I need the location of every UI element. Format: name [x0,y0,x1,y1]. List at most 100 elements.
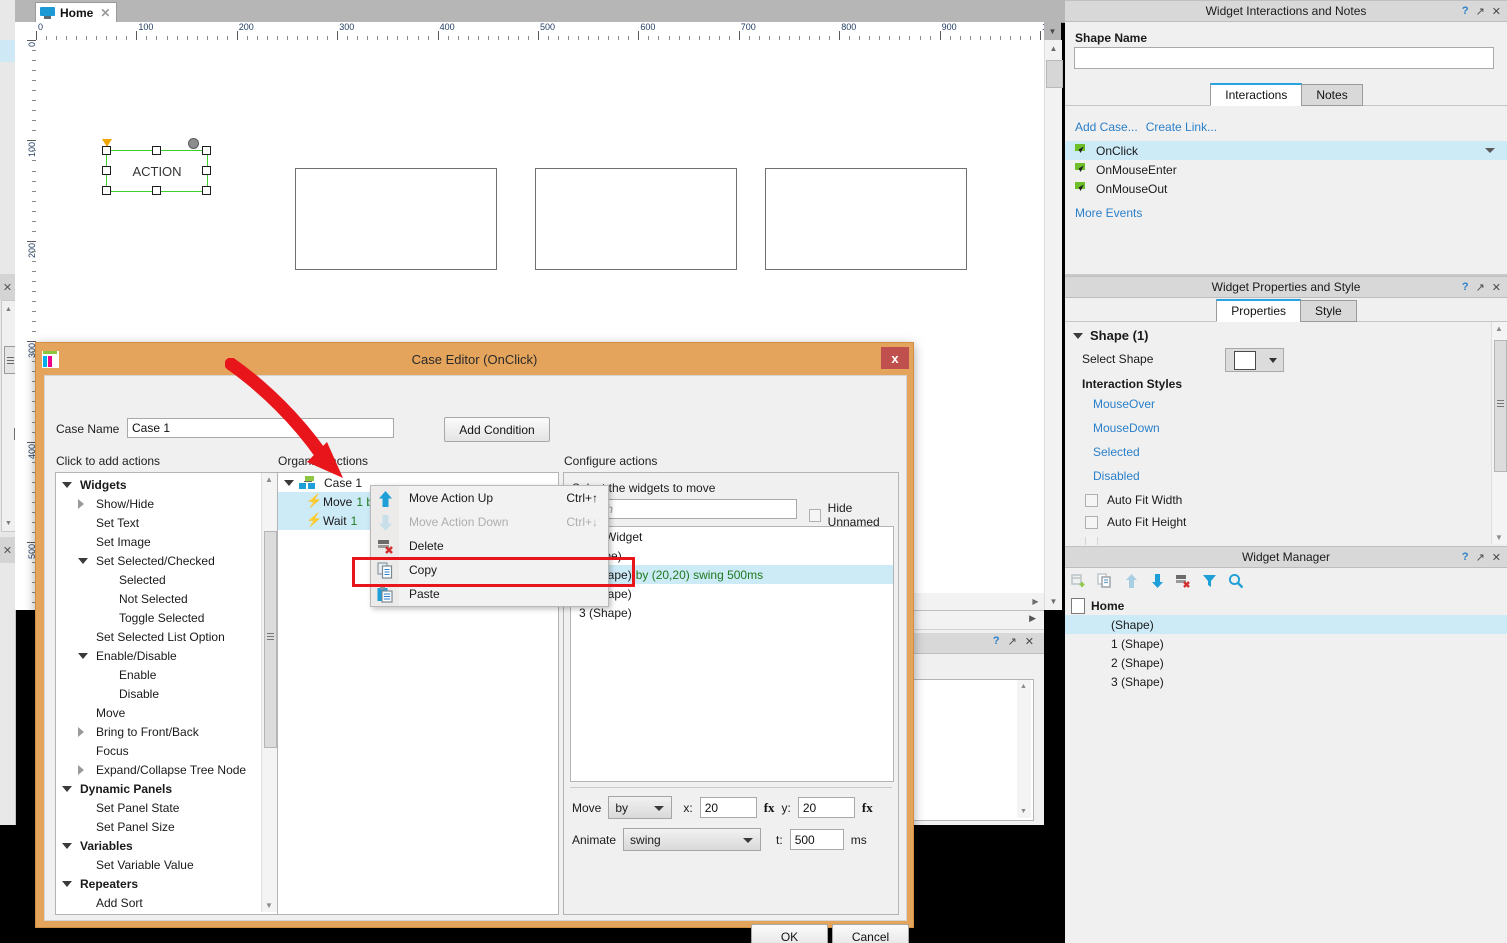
popout-icon[interactable]: ↗ [1476,5,1485,18]
disabled-row-clipped[interactable] [1085,537,1098,545]
action-tree-row[interactable]: Set Selected/Checked [56,551,261,570]
tab-style[interactable]: Style [1300,300,1357,322]
scroll-right-icon[interactable]: ▶ [1027,593,1044,610]
close-icon[interactable]: ✕ [1492,281,1501,294]
auto-fit-height-checkbox[interactable] [1085,515,1098,529]
duplicate-icon[interactable] [1095,570,1116,591]
action-context-menu[interactable]: Move Action Up Ctrl+↑ Move Action Down C… [370,485,609,607]
resize-handle-se[interactable] [202,186,211,195]
case-name-input[interactable]: Case 1 [127,418,394,438]
triangle-right-icon[interactable] [78,726,84,737]
shape-rect-2[interactable] [535,168,737,270]
shape-swatch-button[interactable] [1225,348,1265,372]
resize-handle-e[interactable] [202,166,211,175]
close-icon[interactable]: ✕ [100,6,110,20]
more-events-link[interactable]: More Events [1075,206,1142,220]
create-link-link[interactable]: Create Link... [1146,120,1217,134]
resize-handle-nw[interactable] [102,146,111,155]
actions-tree-listbox[interactable]: Widgets Show/Hide Set Text Set Image Set Sel… [55,472,278,915]
shape-rect-1[interactable] [295,168,497,270]
popout-icon[interactable]: ↗ [1476,281,1485,294]
resize-handle-s[interactable] [152,186,161,195]
scroll-up-icon[interactable]: ▲ [265,475,273,484]
tree-row-shape-3[interactable]: 3 (Shape) [1065,672,1507,691]
style-link-selected[interactable]: Selected [1093,445,1140,459]
resize-handle-n[interactable] [152,146,161,155]
close-icon[interactable]: ✕ [1492,551,1501,564]
action-tree-row[interactable]: Dynamic Panels [56,779,261,798]
animate-select[interactable]: swing [623,828,762,851]
disabled-checkbox[interactable] [1085,537,1098,545]
widget-option-this-widget[interactable]: This Widget [571,527,893,546]
triangle-down-icon[interactable] [78,652,88,659]
tree-row-shape-1[interactable]: 1 (Shape) [1065,634,1507,653]
tree-row-shape-2[interactable]: 2 (Shape) [1065,653,1507,672]
case-editor-dialog[interactable]: Case Editor (OnClick) x Case Name Case 1… [35,342,914,943]
resize-handle-sw[interactable] [102,186,111,195]
close-icon[interactable]: ✕ [1025,635,1034,648]
triangle-down-icon[interactable] [78,557,88,564]
ok-button[interactable]: OK [751,924,828,943]
scroll-down-icon[interactable]: ▼ [1495,533,1503,542]
style-link-mouseover[interactable]: MouseOver [1093,397,1155,411]
action-tree-row[interactable]: Selected [56,570,261,589]
tree-row-shape[interactable]: (Shape) [1065,615,1507,634]
shape-name-input[interactable] [1074,47,1494,69]
event-row-onmouseout[interactable]: OnMouseOut [1065,179,1507,198]
actions-tree-scroll-thumb[interactable] [264,531,277,748]
action-tree-row[interactable]: Enable [56,665,261,684]
action-tree-row[interactable]: Disable [56,684,261,703]
action-tree-row[interactable]: Focus [56,741,261,760]
fx-button-x[interactable]: fx [764,800,775,816]
actions-tree-scrollbar[interactable]: ▲ ▼ [261,473,277,912]
action-tree-row[interactable]: Show/Hide [56,494,261,513]
triangle-right-icon[interactable] [78,764,84,775]
triangle-down-icon[interactable] [62,842,72,849]
scroll-down-icon[interactable]: ▼ [3,518,14,528]
style-link-mousedown[interactable]: MouseDown [1093,421,1160,435]
tab-interactions[interactable]: Interactions [1210,83,1303,106]
hide-unnamed-checkbox[interactable] [809,508,821,522]
resize-handle-ne[interactable] [202,146,211,155]
left-panel-collapsed-track[interactable]: ▲ ▼ [1,300,17,532]
action-tree-row[interactable]: Expand/Collapse Tree Node [56,760,261,779]
action-tree-row[interactable]: Variables [56,836,261,855]
shape-group-header[interactable]: Shape (1) [1073,328,1149,343]
help-icon[interactable]: ? [1462,5,1469,17]
hide-unnamed-row[interactable]: Hide Unnamed [809,501,898,529]
shape-rect-3[interactable] [765,168,967,270]
event-row-onclick[interactable]: OnClick [1065,141,1507,160]
cancel-button[interactable]: Cancel [832,924,909,943]
widget-option-shape-3[interactable]: 3 (Shape) [571,603,893,622]
scroll-up-icon[interactable]: ▲ [1045,40,1062,57]
action-tree-row[interactable]: Set Selected List Option [56,627,261,646]
fx-button-y[interactable]: fx [862,800,873,816]
add-case-link[interactable]: Add Case... [1075,120,1138,134]
tab-notes[interactable]: Notes [1301,84,1363,106]
action-tree-row[interactable]: Not Selected [56,589,261,608]
action-tree-row[interactable]: Set Panel Size [56,817,261,836]
resize-handle-w[interactable] [102,166,111,175]
tree-row-home[interactable]: Home [1065,596,1507,615]
action-tree-row[interactable]: Set Text [56,513,261,532]
event-row-onmouseenter[interactable]: OnMouseEnter [1065,160,1507,179]
x-input[interactable]: 20 [699,797,757,818]
filter-icon[interactable] [1199,570,1220,591]
action-tree-row[interactable]: Set Panel State [56,798,261,817]
y-input[interactable]: 20 [797,797,855,818]
shape-dropdown-button[interactable] [1263,348,1284,372]
scroll-up-icon[interactable]: ▲ [1495,324,1503,333]
auto-fit-width-row[interactable]: Auto Fit Width [1085,493,1182,507]
help-icon[interactable]: ? [1462,551,1469,563]
action-tree-row[interactable]: Widgets [56,475,261,494]
menu-item-move-action-up[interactable]: Move Action Up Ctrl+↑ [371,486,608,510]
properties-scrollbar[interactable]: ▲ ▼ [1491,322,1507,544]
help-icon[interactable]: ? [1462,281,1469,293]
delete-icon[interactable] [1173,570,1194,591]
tab-overflow-icon[interactable]: ▼ [1044,22,1061,40]
scroll-up-icon[interactable]: ▲ [1020,683,1027,690]
triangle-down-icon[interactable] [62,880,72,887]
triangle-right-icon[interactable] [78,498,84,509]
vertical-scroll-thumb[interactable] [1046,60,1063,88]
left-panel-close-icon-2[interactable]: ✕ [0,537,15,563]
